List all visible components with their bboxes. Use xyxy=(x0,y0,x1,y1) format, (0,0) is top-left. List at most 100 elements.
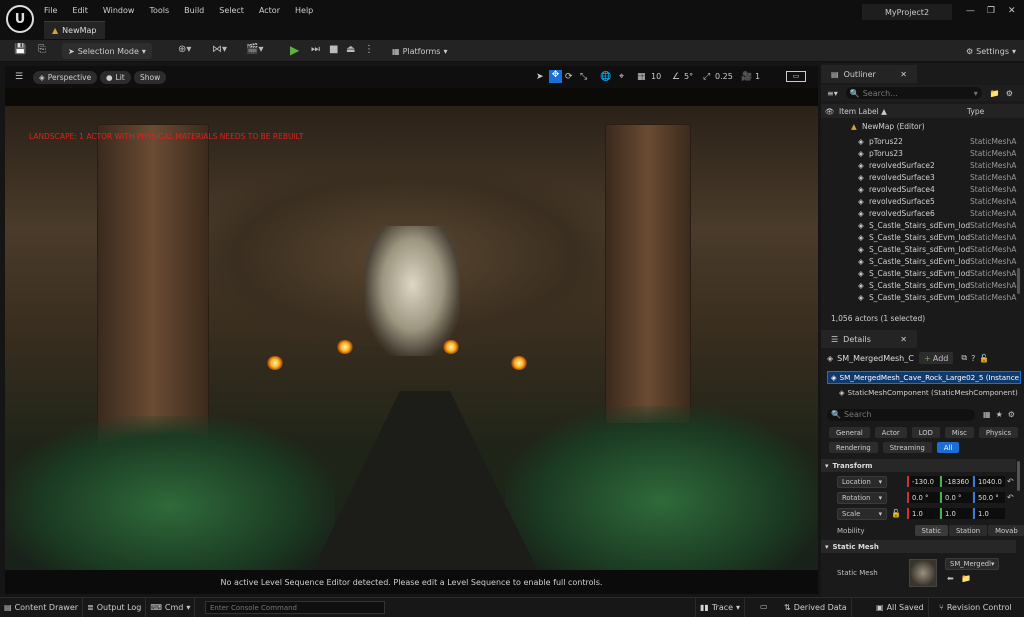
menu-build[interactable]: Build xyxy=(184,6,204,15)
outliner-row[interactable]: ◈ pTorus23 StaticMeshA xyxy=(821,147,1024,159)
outliner-row[interactable]: ◈ S_Castle_Stairs_sdEvm_lod StaticMeshA xyxy=(821,279,1024,291)
grid-snap-value[interactable]: 10 xyxy=(651,72,661,81)
column-type[interactable]: Type xyxy=(967,107,984,116)
filter-physics[interactable]: Physics xyxy=(978,427,1018,438)
outliner-row[interactable]: ◈ revolvedSurface6 StaticMeshA xyxy=(821,207,1024,219)
close-icon[interactable]: ✕ xyxy=(1008,6,1016,16)
maximize-icon[interactable]: ❐ xyxy=(987,6,995,16)
details-tab[interactable]: ☰ Details ✕ xyxy=(821,330,917,348)
filter-all[interactable]: All xyxy=(936,442,960,453)
help-icon[interactable]: ? xyxy=(971,354,975,363)
static-mesh-thumbnail[interactable] xyxy=(909,559,937,587)
mobility-static[interactable]: Static xyxy=(914,525,948,536)
play-icon[interactable]: ▶ xyxy=(290,43,299,57)
grid-snap-icon[interactable]: ▦ xyxy=(637,72,646,82)
outliner-row[interactable]: ◈ revolvedSurface5 StaticMeshA xyxy=(821,195,1024,207)
outliner-row[interactable]: ◈ revolvedSurface3 StaticMeshA xyxy=(821,171,1024,183)
location-x-field[interactable]: -130.0 xyxy=(907,476,939,487)
outliner-search-input[interactable]: 🔍 Search... ▾ xyxy=(845,87,982,99)
column-item-label[interactable]: Item Label ▲ xyxy=(839,107,887,116)
mobility-movable[interactable]: Movab xyxy=(988,525,1024,536)
scale-y-field[interactable]: 1.0 xyxy=(939,508,972,519)
filter-icon[interactable]: ≡▾ xyxy=(827,89,838,98)
location-y-field[interactable]: -18360 xyxy=(940,476,972,487)
select-tool-icon[interactable]: ➤ xyxy=(536,72,544,82)
outliner-row[interactable]: ◈ revolvedSurface2 StaticMeshA xyxy=(821,159,1024,171)
rotation-snap-value[interactable]: 5° xyxy=(684,72,693,81)
more-options-icon[interactable]: ⋮ xyxy=(364,44,374,55)
scale-snap-icon[interactable]: ⤢ xyxy=(703,72,710,82)
outliner-row[interactable]: ◈ S_Castle_Stairs_sdEvm_lod StaticMeshA xyxy=(821,243,1024,255)
gear-icon[interactable]: ⚙ xyxy=(1008,410,1015,419)
menu-edit[interactable]: Edit xyxy=(72,6,88,15)
level-viewport[interactable]: ☰ ◈ Perspective ● Lit Show ➤ ✥ ⟳ ⤡ 🌐 ⌖ ▦… xyxy=(5,66,818,594)
perspective-button[interactable]: ◈ Perspective xyxy=(33,71,98,84)
scale-snap-value[interactable]: 0.25 xyxy=(715,72,733,81)
surface-snap-icon[interactable]: ⌖ xyxy=(619,72,624,82)
menu-actor[interactable]: Actor xyxy=(259,6,280,15)
show-button[interactable]: Show xyxy=(134,71,167,84)
lock-icon[interactable]: 🔓 xyxy=(891,509,901,518)
content-drawer-button[interactable]: ▤ Content Drawer xyxy=(0,597,84,617)
menu-help[interactable]: Help xyxy=(295,6,313,15)
unreal-logo[interactable]: U xyxy=(6,5,34,33)
reset-icon[interactable]: ↶ xyxy=(1007,477,1014,486)
blueprint-icon[interactable]: ⧉ xyxy=(961,353,967,363)
reset-icon[interactable]: ↶ xyxy=(1007,493,1014,502)
menu-window[interactable]: Window xyxy=(103,6,135,15)
settings-icon[interactable]: ⚙ xyxy=(1006,89,1013,98)
console-input[interactable] xyxy=(205,601,385,614)
use-selected-icon[interactable]: ⬅ xyxy=(947,574,954,583)
outliner-row[interactable]: ◈ S_Castle_Stairs_sdEvm_lod StaticMeshA xyxy=(821,291,1024,303)
lock-icon[interactable]: 🔓 xyxy=(979,354,989,363)
static-mesh-dropdown[interactable]: SM_Mergedl ▾ xyxy=(945,558,999,570)
filter-rendering[interactable]: Rendering xyxy=(829,442,878,453)
translate-tool-icon[interactable]: ✥ xyxy=(549,70,562,83)
selection-mode-button[interactable]: ➤ Selection Mode ▾ xyxy=(62,43,152,59)
eject-icon[interactable]: ⏏ xyxy=(346,44,355,55)
layout-icon[interactable]: ▭ xyxy=(786,71,806,82)
close-icon[interactable]: ✕ xyxy=(900,70,907,79)
output-log-button[interactable]: ≣ Output Log xyxy=(83,597,147,617)
rotation-z-field[interactable]: 50.0 ° xyxy=(973,492,1005,503)
scale-x-field[interactable]: 1.0 xyxy=(906,508,939,519)
rotation-snap-icon[interactable]: ∠ xyxy=(672,72,680,82)
details-scrollbar[interactable] xyxy=(1017,461,1020,491)
settings-button[interactable]: ⚙ Settings ▾ xyxy=(960,43,1022,59)
camera-speed-icon[interactable]: 🎥 xyxy=(741,72,752,82)
object-name-field[interactable]: SM_MergedMesh_C xyxy=(837,354,915,363)
add-content-icon[interactable]: ⊕▾ xyxy=(178,44,191,55)
location-dropdown[interactable]: Location ▾ xyxy=(837,475,887,488)
stop-icon[interactable]: ■ xyxy=(329,44,338,55)
scale-dropdown[interactable]: Scale ▾ xyxy=(837,507,887,520)
outliner-row[interactable]: ◈ S_Castle_Stairs_sdEvm_lod StaticMeshA xyxy=(821,267,1024,279)
hamburger-menu-icon[interactable]: ☰ xyxy=(15,72,23,82)
table-view-icon[interactable]: ▦ xyxy=(983,410,991,419)
notification-icon[interactable]: ▭ xyxy=(760,602,768,611)
location-z-field[interactable]: 1040.0 xyxy=(973,476,1005,487)
rotate-tool-icon[interactable]: ⟳ xyxy=(565,72,573,82)
close-icon[interactable]: ✕ xyxy=(900,335,907,344)
selected-actor-row[interactable]: ◈ SM_MergedMesh_Cave_Rock_Large02_5 (Ins… xyxy=(827,371,1021,384)
world-local-icon[interactable]: 🌐 xyxy=(600,72,611,82)
blueprint-icon[interactable]: ⋈▾ xyxy=(212,44,227,55)
cinematics-icon[interactable]: 🎬▾ xyxy=(246,44,263,55)
minimize-icon[interactable]: — xyxy=(966,6,975,16)
trace-button[interactable]: ▮▮ Trace ▾ xyxy=(695,597,746,617)
mobility-stationary[interactable]: Station xyxy=(948,525,988,536)
filter-misc[interactable]: Misc xyxy=(944,427,974,438)
filter-lod[interactable]: LOD xyxy=(911,427,940,438)
outliner-row[interactable]: ◈ S_Castle_Stairs_sdEvm_lod StaticMeshA xyxy=(821,255,1024,267)
outliner-root[interactable]: ▲ NewMap (Editor) xyxy=(821,120,1024,132)
revision-control-button[interactable]: ⑂ Revision Control xyxy=(935,598,1016,617)
platforms-button[interactable]: ▦ Platforms ▾ xyxy=(386,43,453,59)
document-tab-newmap[interactable]: ▲ NewMap xyxy=(44,21,105,39)
scale-z-field[interactable]: 1.0 xyxy=(972,508,1005,519)
menu-file[interactable]: File xyxy=(44,6,57,15)
rotation-dropdown[interactable]: Rotation ▾ xyxy=(837,491,887,504)
rotation-x-field[interactable]: 0.0 ° xyxy=(907,492,939,503)
filter-general[interactable]: General xyxy=(829,427,870,438)
add-component-button[interactable]: + Add xyxy=(919,352,954,364)
camera-speed-value[interactable]: 1 xyxy=(755,72,760,81)
star-icon[interactable]: ★ xyxy=(996,410,1003,419)
